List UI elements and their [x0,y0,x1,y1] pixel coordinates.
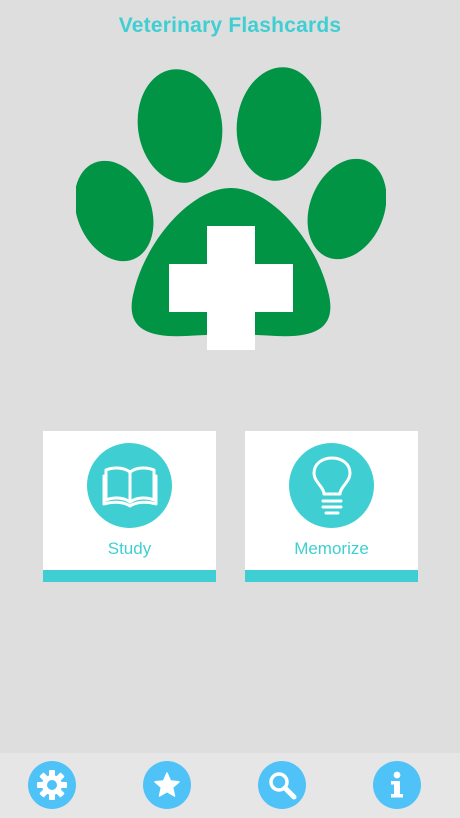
paw-with-medical-cross-icon [76,67,386,350]
bottom-tab-bar [0,753,460,818]
study-card[interactable]: Study [43,431,216,582]
magnifier-icon [269,772,297,800]
open-book-icon [102,465,157,507]
info-icon [391,771,403,798]
search-tab[interactable] [258,761,306,809]
lightbulb-icon [312,456,351,514]
study-icon-circle [87,443,172,528]
app-title: Veterinary Flashcards [118,14,342,37]
memorize-card-bar [245,570,418,582]
memorize-icon-circle [289,443,374,528]
favorites-tab[interactable] [143,761,191,809]
star-icon [154,772,180,797]
paw-toe-inner-right [236,67,322,181]
study-label: Study [107,539,152,558]
memorize-card[interactable]: Memorize [245,431,418,582]
info-tab[interactable] [373,761,421,809]
settings-tab[interactable] [28,761,76,809]
study-card-bar [43,570,216,582]
paw-toe-inner-left [137,69,223,183]
gear-icon [37,770,67,800]
memorize-label: Memorize [294,539,369,558]
